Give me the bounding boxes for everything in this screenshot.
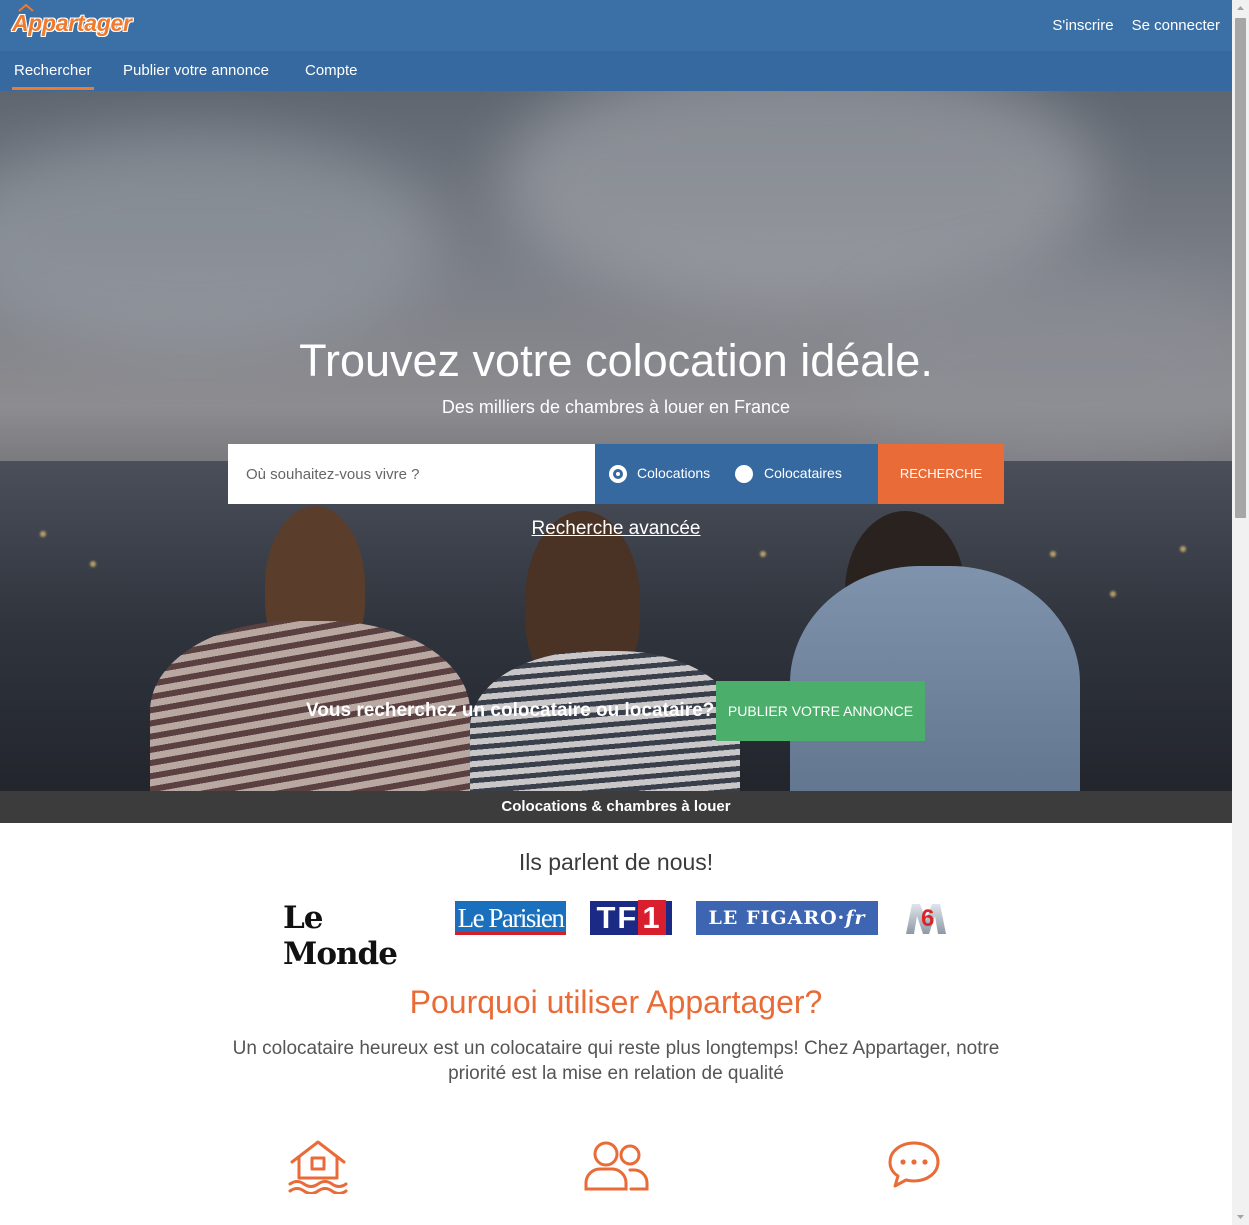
- scroll-thumb[interactable]: [1235, 18, 1246, 518]
- publish-ad-button[interactable]: PUBLIER VOTRE ANNONCE: [716, 681, 925, 741]
- search-type-radios: Colocations Colocataires: [595, 444, 878, 504]
- login-link[interactable]: Se connecter: [1132, 17, 1220, 34]
- appartager-logo[interactable]: Appartager: [12, 4, 132, 40]
- svg-text:6: 6: [921, 905, 934, 932]
- hero-background: [1110, 591, 1116, 597]
- hero-background: [0, 131, 440, 351]
- radio-colocations[interactable]: [609, 465, 627, 483]
- press-logos: Le Monde Le Parisien TF 1 LE FIGARO·fr 6: [0, 900, 1232, 972]
- radio-colocataires[interactable]: [735, 465, 753, 483]
- hero-background: [1180, 546, 1186, 552]
- press-title: Ils parlent de nous!: [518, 849, 714, 875]
- people-icon: [584, 1141, 649, 1191]
- tab-label: Publier votre annonce: [123, 62, 269, 79]
- page: Appartager S'inscrire Se connecter Reche…: [0, 0, 1232, 1225]
- signup-link[interactable]: S'inscrire: [1052, 17, 1113, 34]
- roof-icon: [18, 4, 34, 12]
- cta-text: Vous recherchez un colocataire ou locata…: [306, 700, 715, 721]
- main-nav: Rechercher Publier votre annonce Compte: [0, 51, 1232, 91]
- tab-rechercher[interactable]: Rechercher: [12, 51, 94, 91]
- hero-subtitle: Des milliers de chambres à louer en Fran…: [441, 397, 791, 417]
- tab-compte[interactable]: Compte: [305, 51, 358, 91]
- house-icon: [288, 1140, 348, 1194]
- radio-label-colocations[interactable]: Colocations: [637, 465, 710, 481]
- hero-background: [760, 551, 766, 557]
- m6-logo: 6: [906, 904, 946, 934]
- hero-section: Trouvez votre colocation idéale. Des mil…: [0, 91, 1232, 791]
- scroll-up-arrow-icon[interactable]: [1232, 0, 1249, 17]
- tab-publier[interactable]: Publier votre annonce: [123, 51, 269, 91]
- lemonde-logo: Le Monde: [283, 900, 398, 972]
- why-text: Un colocataire heureux est un colocatair…: [232, 1038, 1000, 1084]
- radio-label-colocataires[interactable]: Colocataires: [764, 465, 842, 481]
- tab-label: Compte: [305, 62, 358, 79]
- tf1-logo: TF 1: [590, 900, 672, 935]
- vertical-scrollbar[interactable]: [1232, 0, 1249, 1225]
- tab-label: Rechercher: [14, 62, 92, 79]
- search-button[interactable]: RECHERCHE: [878, 444, 1004, 504]
- hero-background: [90, 561, 96, 567]
- search-bar: Colocations Colocataires RECHERCHE: [228, 444, 1004, 504]
- chat-icon: [888, 1141, 940, 1188]
- leparisien-logo: Le Parisien: [455, 901, 566, 935]
- hero-background: [1050, 551, 1056, 557]
- logo-text: Appartager: [12, 10, 132, 36]
- top-header: Appartager S'inscrire Se connecter: [0, 0, 1232, 51]
- location-search-input[interactable]: [228, 444, 595, 504]
- hero-title: Trouvez votre colocation idéale.: [299, 335, 933, 386]
- hero-photo-person: [790, 566, 1080, 791]
- account-links: S'inscrire Se connecter: [1052, 17, 1220, 34]
- scroll-down-arrow-icon[interactable]: [1232, 1208, 1249, 1225]
- lefigaro-logo: LE FIGARO·fr: [696, 901, 878, 935]
- advanced-search-link[interactable]: Recherche avancée: [532, 518, 701, 539]
- advanced-search: Recherche avancée: [0, 518, 1232, 540]
- why-title: Pourquoi utiliser Appartager?: [409, 984, 823, 1020]
- category-strip[interactable]: Colocations & chambres à louer: [0, 791, 1232, 823]
